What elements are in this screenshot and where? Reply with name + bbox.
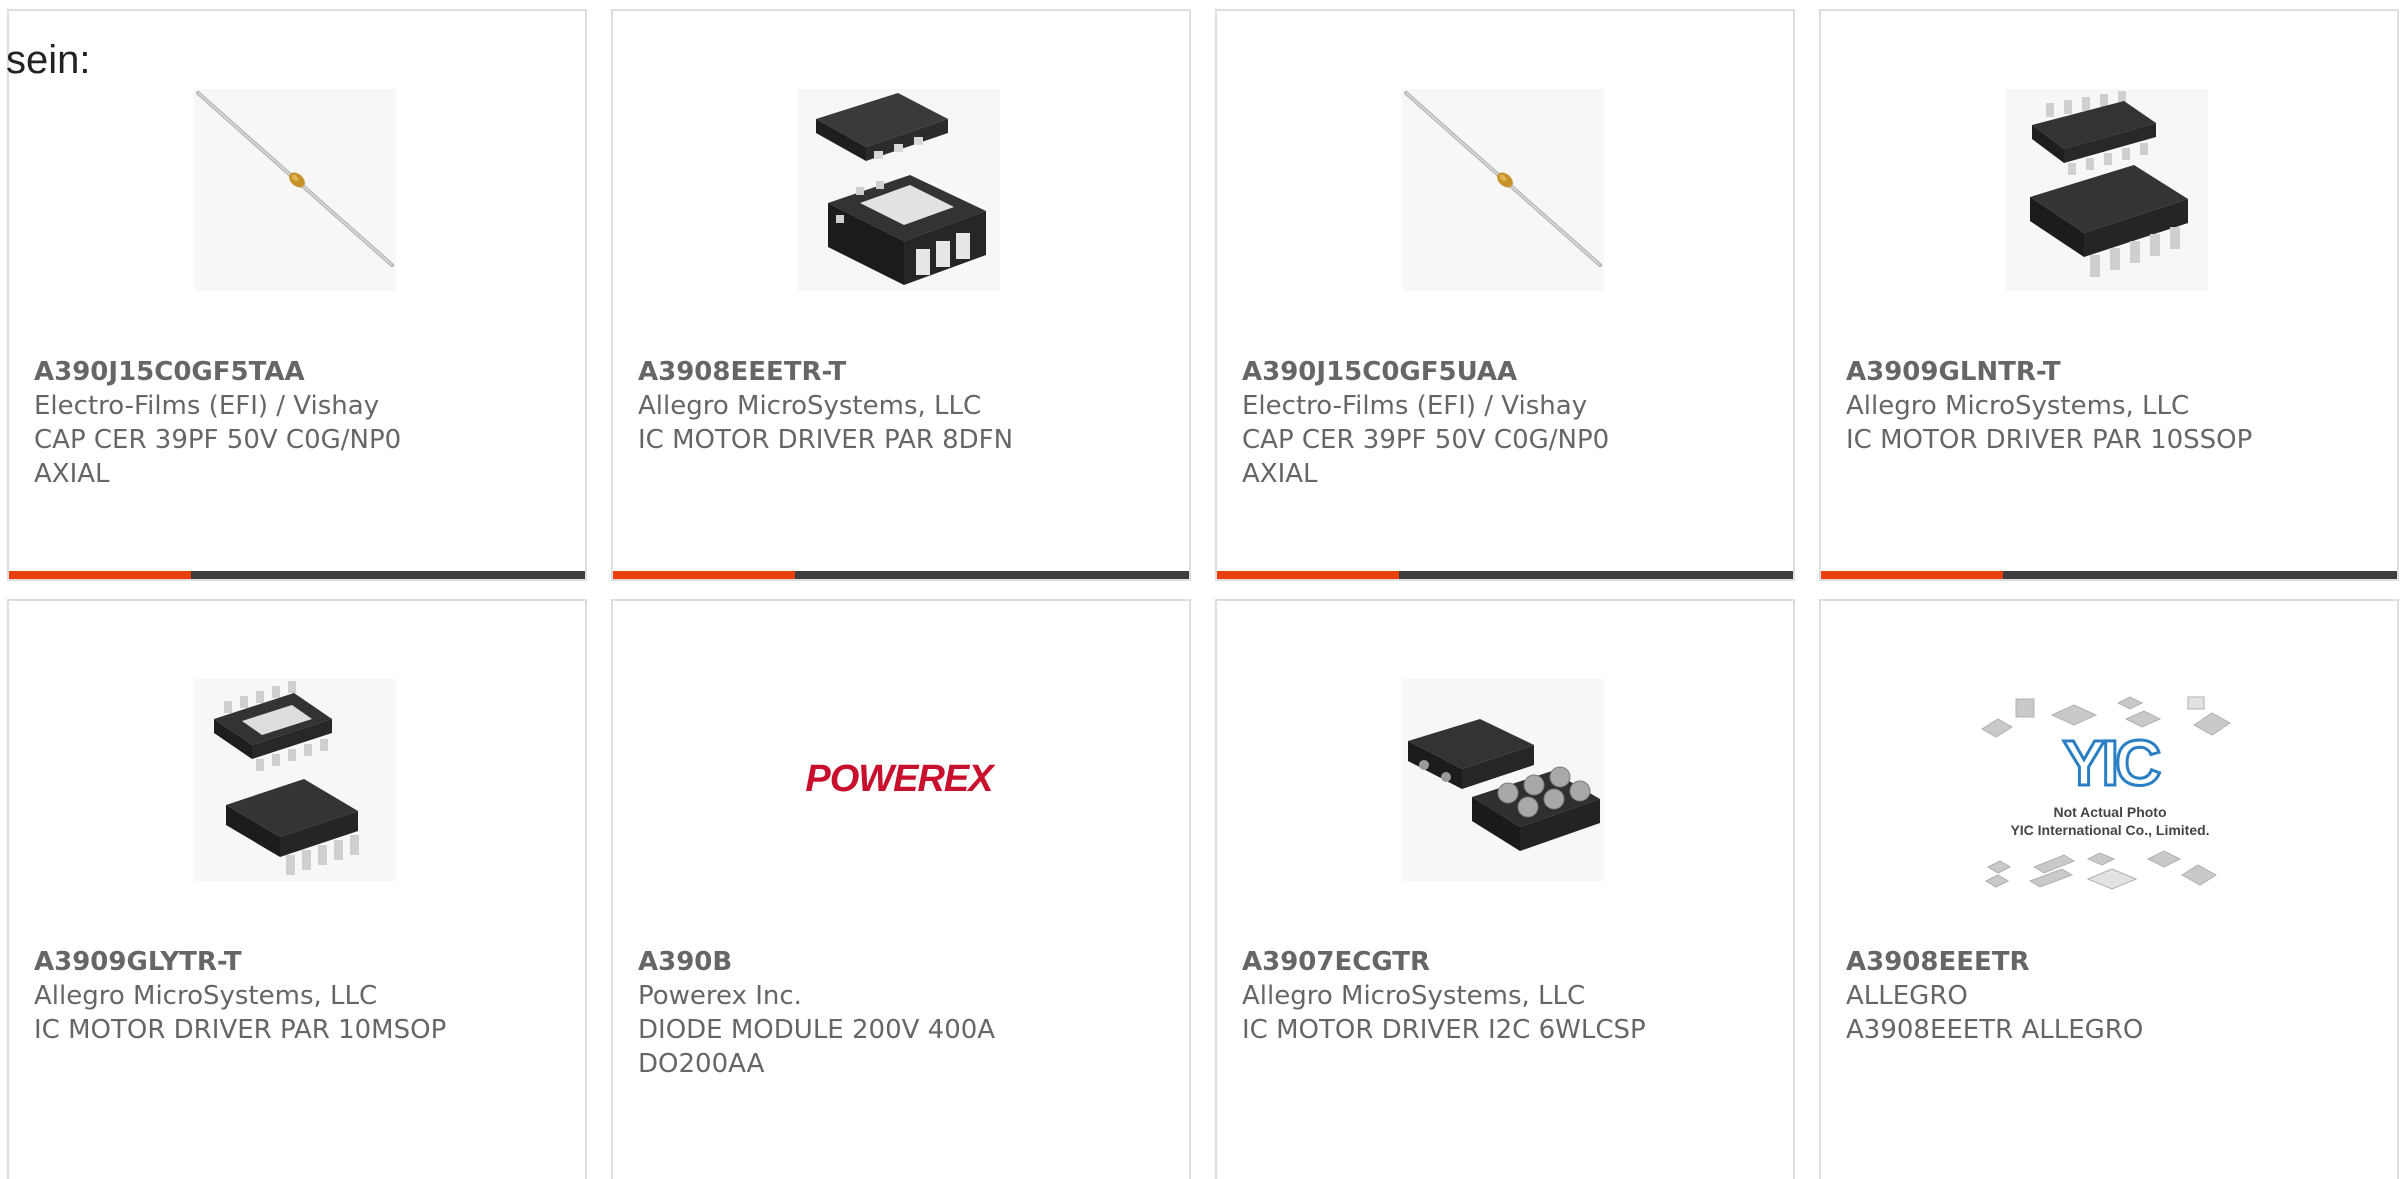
yic-company-text: YIC International Co., Limited.: [2010, 822, 2209, 838]
description-line: IC MOTOR DRIVER PAR 10MSOP: [34, 1015, 447, 1045]
part-number[interactable]: A3907ECGTR: [1242, 945, 1773, 979]
manufacturer: Allegro MicroSystems, LLC: [1242, 981, 1586, 1011]
card-bottom-bar: [613, 571, 1189, 579]
axial-capacitor-icon[interactable]: [194, 89, 396, 291]
product-card[interactable]: A390J15C0GF5UAA Electro-Films (EFI) / Vi…: [1215, 9, 1795, 581]
product-card[interactable]: A390J15C0GF5TAA Electro-Films (EFI) / Vi…: [7, 9, 587, 581]
card-accent: [613, 571, 795, 579]
powerex-logo-text: POWEREX: [805, 758, 996, 800]
dfn-chip-icon[interactable]: [798, 89, 1000, 291]
manufacturer: Powerex Inc.: [638, 981, 802, 1011]
part-number[interactable]: A3909GLYTR-T: [34, 945, 565, 979]
wlcsp-chip-icon[interactable]: [1402, 679, 1604, 881]
description-line: IC MOTOR DRIVER PAR 10SSOP: [1846, 425, 2253, 455]
powerex-logo[interactable]: POWEREX: [798, 679, 1000, 881]
product-info: A3908EEETR ALLEGRO A3908EEETR ALLEGRO: [1846, 945, 2377, 1047]
description-line: AXIAL: [34, 459, 110, 489]
product-info: A390J15C0GF5TAA Electro-Films (EFI) / Vi…: [34, 355, 565, 491]
description-line: AXIAL: [1242, 459, 1318, 489]
product-info: A3908EEETR-T Allegro MicroSystems, LLC I…: [638, 355, 1169, 457]
description-line: CAP CER 39PF 50V C0G/NP0: [1242, 425, 1610, 455]
axial-capacitor-icon[interactable]: [1402, 89, 1604, 291]
product-info: A390B Powerex Inc. DIODE MODULE 200V 400…: [638, 945, 1169, 1081]
product-card[interactable]: A3909GLNTR-T Allegro MicroSystems, LLC I…: [1819, 9, 2399, 581]
card-bottom-bar: [9, 571, 585, 579]
description-line: DIODE MODULE 200V 400A: [638, 1015, 996, 1045]
msop-chip-icon[interactable]: [194, 679, 396, 881]
lead-text: sein:: [6, 38, 91, 82]
card-accent: [9, 571, 191, 579]
part-number[interactable]: A3909GLNTR-T: [1846, 355, 2377, 389]
description-line: IC MOTOR DRIVER I2C 6WLCSP: [1242, 1015, 1646, 1045]
product-grid: A390J15C0GF5TAA Electro-Films (EFI) / Vi…: [0, 0, 2400, 1179]
part-number[interactable]: A390J15C0GF5UAA: [1242, 355, 1773, 389]
not-actual-photo-text: Not Actual Photo: [2053, 804, 2166, 820]
card-accent: [1821, 571, 2003, 579]
description-line: A3908EEETR ALLEGRO: [1846, 1015, 2144, 1045]
card-accent: [1217, 571, 1399, 579]
product-info: A390J15C0GF5UAA Electro-Films (EFI) / Vi…: [1242, 355, 1773, 491]
part-number[interactable]: A390B: [638, 945, 1169, 979]
product-card[interactable]: YIC Not Actual Photo YIC International C…: [1819, 599, 2399, 1179]
product-card[interactable]: POWEREX A390B Powerex Inc. DIODE MODULE …: [611, 599, 1191, 1179]
description-line: CAP CER 39PF 50V C0G/NP0: [34, 425, 402, 455]
product-card[interactable]: A3908EEETR-T Allegro MicroSystems, LLC I…: [611, 9, 1191, 581]
manufacturer: ALLEGRO: [1846, 981, 1968, 1011]
product-info: A3909GLNTR-T Allegro MicroSystems, LLC I…: [1846, 355, 2377, 457]
manufacturer: Electro-Films (EFI) / Vishay: [1242, 391, 1588, 421]
manufacturer: Allegro MicroSystems, LLC: [638, 391, 982, 421]
yic-logo-text: YIC: [2063, 727, 2160, 799]
card-bottom-bar: [1217, 571, 1793, 579]
manufacturer: Allegro MicroSystems, LLC: [1846, 391, 2190, 421]
product-info: A3909GLYTR-T Allegro MicroSystems, LLC I…: [34, 945, 565, 1047]
product-card[interactable]: A3907ECGTR Allegro MicroSystems, LLC IC …: [1215, 599, 1795, 1179]
part-number[interactable]: A3908EEETR: [1846, 945, 2377, 979]
product-info: A3907ECGTR Allegro MicroSystems, LLC IC …: [1242, 945, 1773, 1047]
part-number[interactable]: A390J15C0GF5TAA: [34, 355, 565, 389]
ssop-chip-icon[interactable]: [2006, 89, 2208, 291]
card-bottom-bar: [1821, 571, 2397, 579]
description-line: DO200AA: [638, 1049, 765, 1079]
product-card[interactable]: A3909GLYTR-T Allegro MicroSystems, LLC I…: [7, 599, 587, 1179]
part-number[interactable]: A3908EEETR-T: [638, 355, 1169, 389]
yic-placeholder-icon[interactable]: YIC Not Actual Photo YIC International C…: [1976, 689, 2238, 951]
manufacturer: Electro-Films (EFI) / Vishay: [34, 391, 380, 421]
description-line: IC MOTOR DRIVER PAR 8DFN: [638, 425, 1014, 455]
manufacturer: Allegro MicroSystems, LLC: [34, 981, 378, 1011]
